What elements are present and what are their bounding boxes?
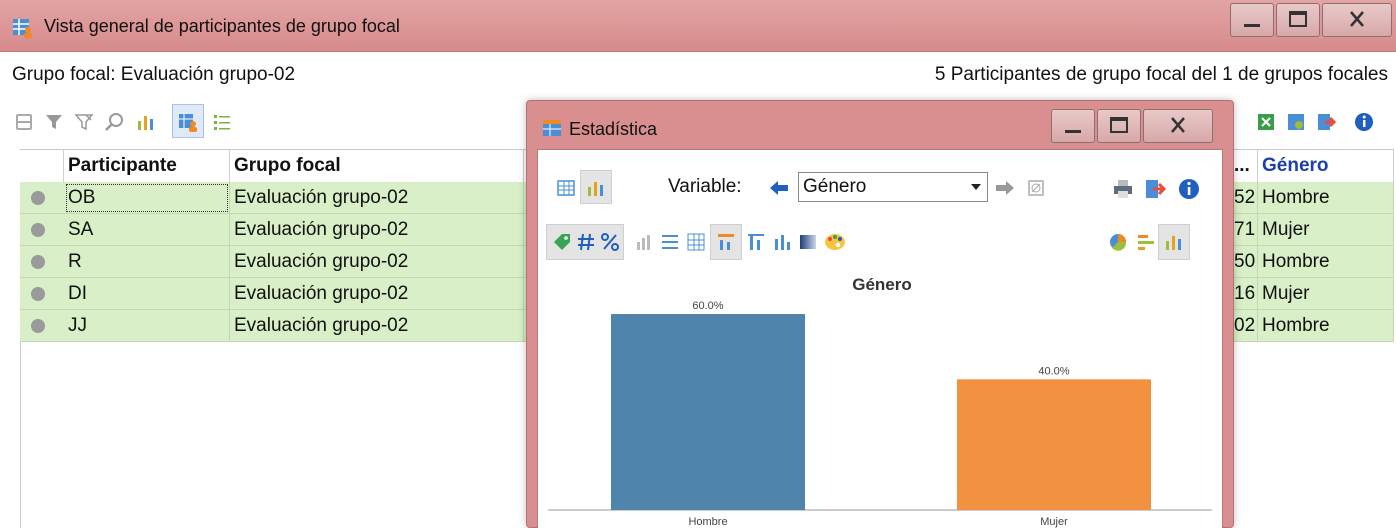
focus-group-label: Grupo focal: Evaluación grupo-02 (12, 64, 296, 85)
dialog-title: Estadística (569, 119, 658, 139)
horizontal-bar-icon[interactable] (1136, 232, 1156, 252)
cell-gender[interactable]: Mujer (1258, 214, 1394, 246)
header-partial-2[interactable]: ... (1234, 150, 1258, 182)
arrow-right-icon[interactable] (994, 178, 1016, 198)
window-title: Vista general de participantes de grupo … (44, 16, 400, 36)
cell-participant[interactable]: R (64, 246, 230, 278)
header-grupo-focal[interactable]: Grupo focal (230, 150, 524, 182)
x-tick-label: Mujer (1040, 516, 1068, 528)
count-icon[interactable] (576, 232, 596, 252)
participant-summary: 5 Participantes de grupo focal del 1 de … (934, 64, 1388, 85)
x-tick-label: Hombre (688, 516, 727, 528)
cell-gender[interactable]: Hombre (1258, 310, 1394, 342)
status-dot (31, 255, 45, 269)
filter-clear-icon[interactable] (74, 112, 94, 132)
header-participante[interactable]: Participante (64, 150, 230, 182)
print-icon[interactable] (1112, 178, 1134, 200)
bar-value-label: 60.0% (692, 300, 723, 312)
cell-gender[interactable]: Hombre (1258, 182, 1394, 214)
gradient-icon[interactable] (798, 232, 818, 252)
chart-icon[interactable] (136, 112, 156, 132)
excel-export-icon[interactable] (1256, 112, 1276, 132)
cell-group[interactable]: Evaluación grupo-02 (230, 182, 524, 214)
bar-chart: Género 60.0% Hombre 40.0% Mujer (548, 275, 1212, 528)
export-icon[interactable] (1144, 178, 1166, 200)
header-indicator (20, 150, 64, 182)
status-dot (31, 223, 45, 237)
cell-group[interactable]: Evaluación grupo-02 (230, 278, 524, 310)
arrow-left-icon[interactable] (768, 178, 790, 198)
cell-participant[interactable]: SA (64, 214, 230, 246)
statistics-dialog[interactable]: Estadística Variable: Género Género 60.0… (526, 100, 1234, 528)
table-view-icon[interactable] (556, 178, 576, 198)
variable-label: Variable: (668, 176, 742, 197)
tag-icon[interactable] (552, 232, 572, 252)
cell-partial[interactable]: 71 (1234, 214, 1258, 246)
chart-options-toolbar (538, 222, 1222, 262)
table-icon (543, 120, 561, 136)
window-titlebar: Vista general de participantes de grupo … (0, 0, 1396, 52)
search-icon[interactable] (104, 112, 124, 132)
cell-gender[interactable]: Hombre (1258, 246, 1394, 278)
pie-chart-icon[interactable] (1108, 232, 1128, 252)
list-icon[interactable] (660, 232, 680, 252)
cell-partial[interactable]: 16 (1234, 278, 1258, 310)
maximize-button[interactable] (1276, 3, 1320, 37)
bar-mujer (957, 379, 1151, 510)
chevron-down-icon (971, 184, 981, 190)
tag-icon[interactable] (14, 112, 34, 132)
no-filter-icon[interactable] (1026, 178, 1046, 198)
list-icon[interactable] (212, 112, 232, 132)
close-button[interactable] (1322, 3, 1392, 37)
chart-title: Género (852, 275, 912, 294)
variable-select-value: Género (803, 176, 867, 197)
status-dot (31, 319, 45, 333)
labels-inside-icon[interactable] (746, 232, 766, 252)
variable-select[interactable]: Género (798, 172, 988, 202)
palette-icon[interactable] (824, 232, 846, 252)
bar-value-label: 40.0% (1038, 365, 1069, 377)
dialog-minimize-button[interactable] (1051, 109, 1095, 143)
percent-icon[interactable] (600, 232, 620, 252)
status-dot (31, 287, 45, 301)
sort-icon[interactable] (634, 232, 654, 252)
cell-participant[interactable]: OB (64, 182, 230, 214)
filter-icon[interactable] (44, 112, 64, 132)
table-person-icon (13, 19, 32, 38)
cell-gender[interactable]: Mujer (1258, 278, 1394, 310)
column-chart-icon[interactable] (1164, 232, 1184, 252)
cell-partial[interactable]: 52 (1234, 182, 1258, 214)
chart-area: Género 60.0% Hombre 40.0% Mujer (548, 262, 1212, 528)
dialog-content: Variable: Género Género 60.0% Hombre 40.… (537, 149, 1223, 528)
export-icon[interactable] (1316, 112, 1336, 132)
status-dot (31, 191, 45, 205)
cell-group[interactable]: Evaluación grupo-02 (230, 214, 524, 246)
table-person-icon[interactable] (178, 112, 198, 132)
info-bar: Grupo focal: Evaluación grupo-02 5 Parti… (0, 52, 1396, 98)
grid-icon[interactable] (686, 232, 706, 252)
info-icon[interactable] (1354, 112, 1374, 132)
info-icon[interactable] (1178, 178, 1200, 200)
cell-group[interactable]: Evaluación grupo-02 (230, 310, 524, 342)
dialog-maximize-button[interactable] (1097, 109, 1141, 143)
import-icon[interactable] (1286, 112, 1306, 132)
bar-chart-icon[interactable] (586, 178, 606, 198)
cell-partial[interactable]: 02 (1234, 310, 1258, 342)
bar-hombre (611, 314, 805, 510)
labels-top-icon[interactable] (716, 232, 736, 252)
cell-participant[interactable]: DI (64, 278, 230, 310)
header-genero[interactable]: Género (1258, 150, 1394, 182)
bars-icon[interactable] (772, 232, 792, 252)
minimize-button[interactable] (1230, 3, 1274, 37)
cell-partial[interactable]: 50 (1234, 246, 1258, 278)
cell-group[interactable]: Evaluación grupo-02 (230, 246, 524, 278)
cell-participant[interactable]: JJ (64, 310, 230, 342)
dialog-close-button[interactable] (1143, 109, 1213, 143)
